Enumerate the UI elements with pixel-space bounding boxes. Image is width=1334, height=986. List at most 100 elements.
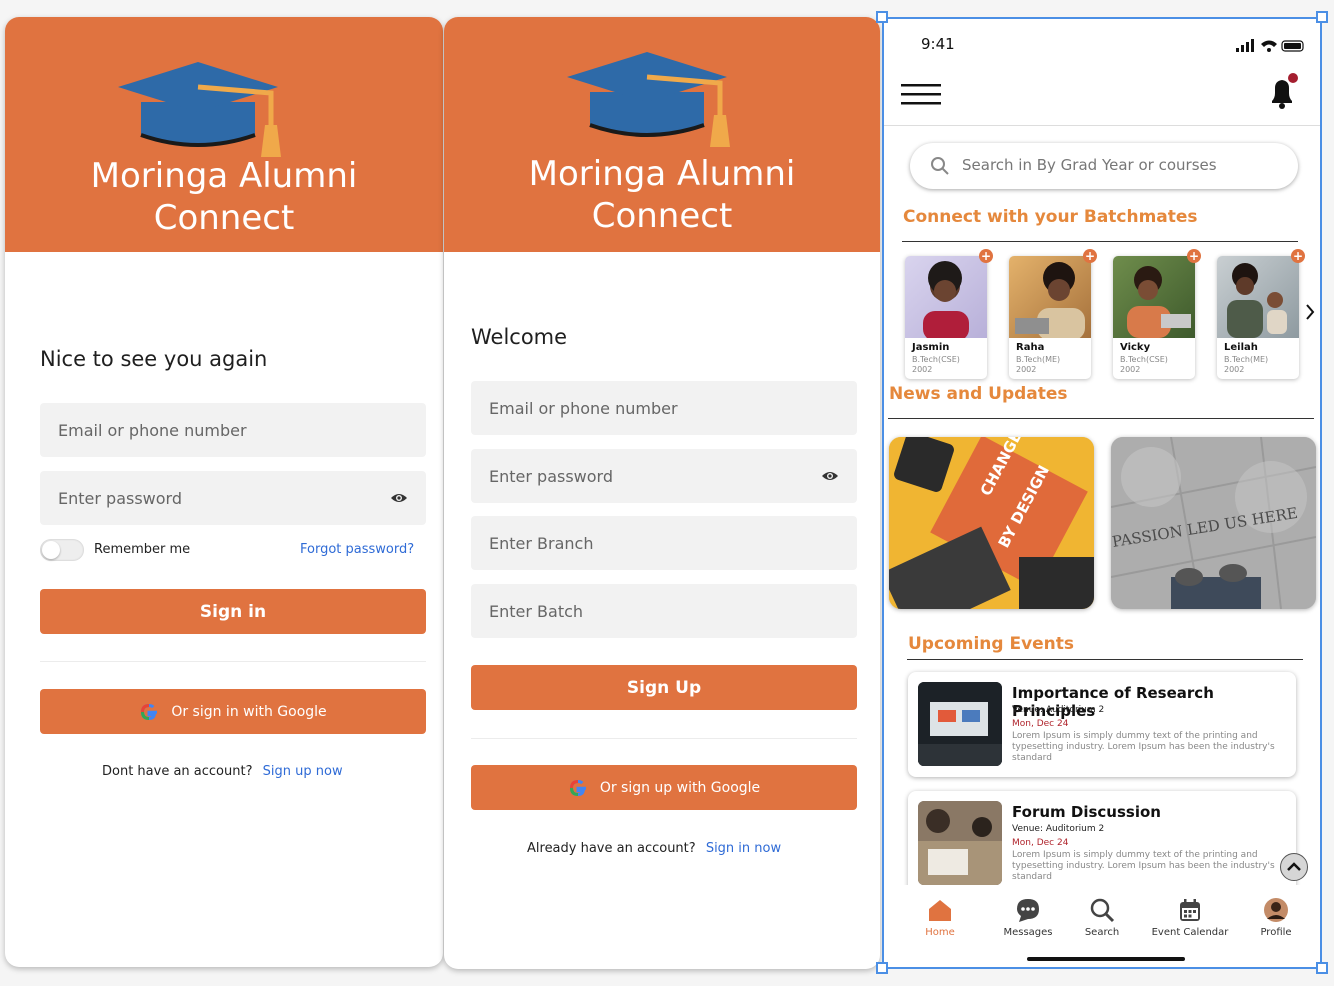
password-placeholder: Enter password xyxy=(489,466,613,486)
login-screen: Moringa Alumni Connect Nice to see you a… xyxy=(5,17,443,967)
google-icon xyxy=(141,703,158,720)
add-icon[interactable]: + xyxy=(979,249,993,263)
news-card[interactable]: CHANGE BY DESIGN xyxy=(889,437,1094,609)
batchmate-branch: B.Tech(ME) 2002 xyxy=(1016,355,1061,374)
signup-button[interactable]: Sign Up xyxy=(471,665,857,710)
app-logo-text: Moringa Alumni Connect xyxy=(90,156,358,238)
login-header: Moringa Alumni Connect xyxy=(5,17,443,252)
batchmate-branch: B.Tech(CSE) 2002 xyxy=(912,355,960,374)
password-placeholder: Enter password xyxy=(58,488,182,508)
eye-icon[interactable] xyxy=(821,468,839,484)
no-account-text: Dont have an account? xyxy=(102,764,253,779)
signup-heading: Welcome xyxy=(471,325,568,349)
events-divider xyxy=(907,659,1303,660)
nav-calendar[interactable]: Event Calendar xyxy=(1150,897,1230,938)
search-placeholder: Search in By Grad Year or courses xyxy=(962,156,1217,174)
news-title: News and Updates xyxy=(889,384,1068,404)
google-icon xyxy=(569,779,586,796)
remember-toggle[interactable] xyxy=(40,539,84,561)
event-description: Lorem Ipsum is simply dummy text of the … xyxy=(1012,731,1275,763)
chevron-right-icon[interactable] xyxy=(1304,303,1316,321)
menu-icon[interactable] xyxy=(901,83,943,107)
batchmate-photo xyxy=(1009,256,1091,338)
have-account-text: Already have an account? xyxy=(527,841,696,856)
home-icon xyxy=(929,900,951,921)
batchmate-card[interactable]: Raha B.Tech(ME) 2002 + xyxy=(1009,249,1097,379)
nav-home-label: Home xyxy=(925,927,955,938)
calendar-icon xyxy=(1180,899,1200,921)
signup-label: Sign Up xyxy=(626,677,702,698)
add-icon[interactable]: + xyxy=(1291,249,1305,263)
batchmate-branch: B.Tech(ME) 2002 xyxy=(1224,355,1269,374)
google-signup-label: Or sign up with Google xyxy=(599,779,761,796)
bell-icon[interactable] xyxy=(1268,71,1298,111)
event-description: Lorem Ipsum is simply dummy text of the … xyxy=(1012,850,1275,882)
event-venue: Venue: Auditorium 2 xyxy=(1012,824,1105,834)
forgot-password-link[interactable]: Forgot password? xyxy=(300,542,414,557)
email-placeholder: Email or phone number xyxy=(58,420,247,440)
signup-screen: Moringa Alumni Connect Welcome Email or … xyxy=(444,17,880,969)
selection-handle[interactable] xyxy=(1316,962,1328,974)
events-title: Upcoming Events xyxy=(908,634,1075,654)
google-signup-button[interactable]: Or sign up with Google xyxy=(471,765,857,810)
branch-field[interactable]: Enter Branch xyxy=(471,516,857,570)
header-divider xyxy=(884,125,1320,126)
email-placeholder: Email or phone number xyxy=(489,398,678,418)
batchmate-card[interactable]: Leilah B.Tech(ME) 2002 + xyxy=(1217,249,1305,379)
google-signin-button[interactable]: Or sign in with Google xyxy=(40,689,426,734)
signup-header: Moringa Alumni Connect xyxy=(444,17,880,252)
selection-handle[interactable] xyxy=(876,11,888,23)
password-field[interactable]: Enter password xyxy=(471,449,857,503)
batchmates-divider xyxy=(902,241,1298,242)
event-thumbnail xyxy=(918,801,1002,885)
app-logo-text: Moringa Alumni Connect xyxy=(528,154,796,236)
event-title: Forum Discussion xyxy=(1012,803,1161,821)
signin-prompt: Already have an account? Sign in now xyxy=(527,841,781,856)
password-field[interactable]: Enter password xyxy=(40,471,426,525)
search-bar[interactable]: Search in By Grad Year or courses xyxy=(910,143,1298,189)
branch-placeholder: Enter Branch xyxy=(489,533,594,553)
news-divider xyxy=(888,418,1314,419)
batchmates-title: Connect with your Batchmates xyxy=(903,207,1198,227)
remember-label: Remember me xyxy=(94,542,191,557)
scroll-up-button[interactable] xyxy=(1280,853,1308,881)
news-card[interactable]: PASSION LED US HERE xyxy=(1111,437,1316,609)
home-screen: 9:41 Search in By Grad Year or courses C… xyxy=(882,17,1322,969)
news-image: PASSION LED US HERE xyxy=(1111,437,1316,609)
selection-handle[interactable] xyxy=(1316,11,1328,23)
add-icon[interactable]: + xyxy=(1083,249,1097,263)
graduation-cap-icon xyxy=(567,52,730,147)
eye-icon[interactable] xyxy=(390,490,408,506)
batchmate-card[interactable]: Vicky B.Tech(CSE) 2002 + xyxy=(1113,249,1201,379)
nav-search[interactable]: Search xyxy=(1062,897,1142,938)
batchmate-card[interactable]: Jasmin B.Tech(CSE) 2002 + xyxy=(905,249,993,379)
avatar-icon xyxy=(1264,898,1288,922)
nav-calendar-label: Event Calendar xyxy=(1151,927,1229,938)
batchmate-name: Raha xyxy=(1016,342,1045,353)
search-icon xyxy=(931,157,949,175)
chevron-up-icon xyxy=(1287,862,1301,871)
nav-home[interactable]: Home xyxy=(900,897,980,938)
news-image: CHANGE BY DESIGN xyxy=(889,437,1094,609)
email-field[interactable]: Email or phone number xyxy=(471,381,857,435)
batchmate-photo xyxy=(1113,256,1195,338)
event-card[interactable]: Importance of Research Principles Venue:… xyxy=(908,672,1296,777)
signup-link[interactable]: Sign up now xyxy=(263,764,343,779)
home-indicator xyxy=(1027,957,1185,961)
signin-button[interactable]: Sign in xyxy=(40,589,426,634)
signin-label: Sign in xyxy=(199,601,267,622)
event-date: Mon, Dec 24 xyxy=(1012,719,1069,729)
nav-messages[interactable]: Messages xyxy=(988,897,1068,938)
search-icon xyxy=(1090,898,1115,923)
event-thumbnail xyxy=(918,682,1002,766)
chat-icon xyxy=(1017,899,1039,922)
add-icon[interactable]: + xyxy=(1187,249,1201,263)
signin-link[interactable]: Sign in now xyxy=(706,841,781,856)
nav-profile[interactable]: Profile xyxy=(1236,897,1316,938)
batchmate-photo xyxy=(1217,256,1299,338)
email-field[interactable]: Email or phone number xyxy=(40,403,426,457)
selection-handle[interactable] xyxy=(876,962,888,974)
google-signin-label: Or sign in with Google xyxy=(171,703,327,720)
batch-field[interactable]: Enter Batch xyxy=(471,584,857,638)
divider xyxy=(40,661,426,662)
